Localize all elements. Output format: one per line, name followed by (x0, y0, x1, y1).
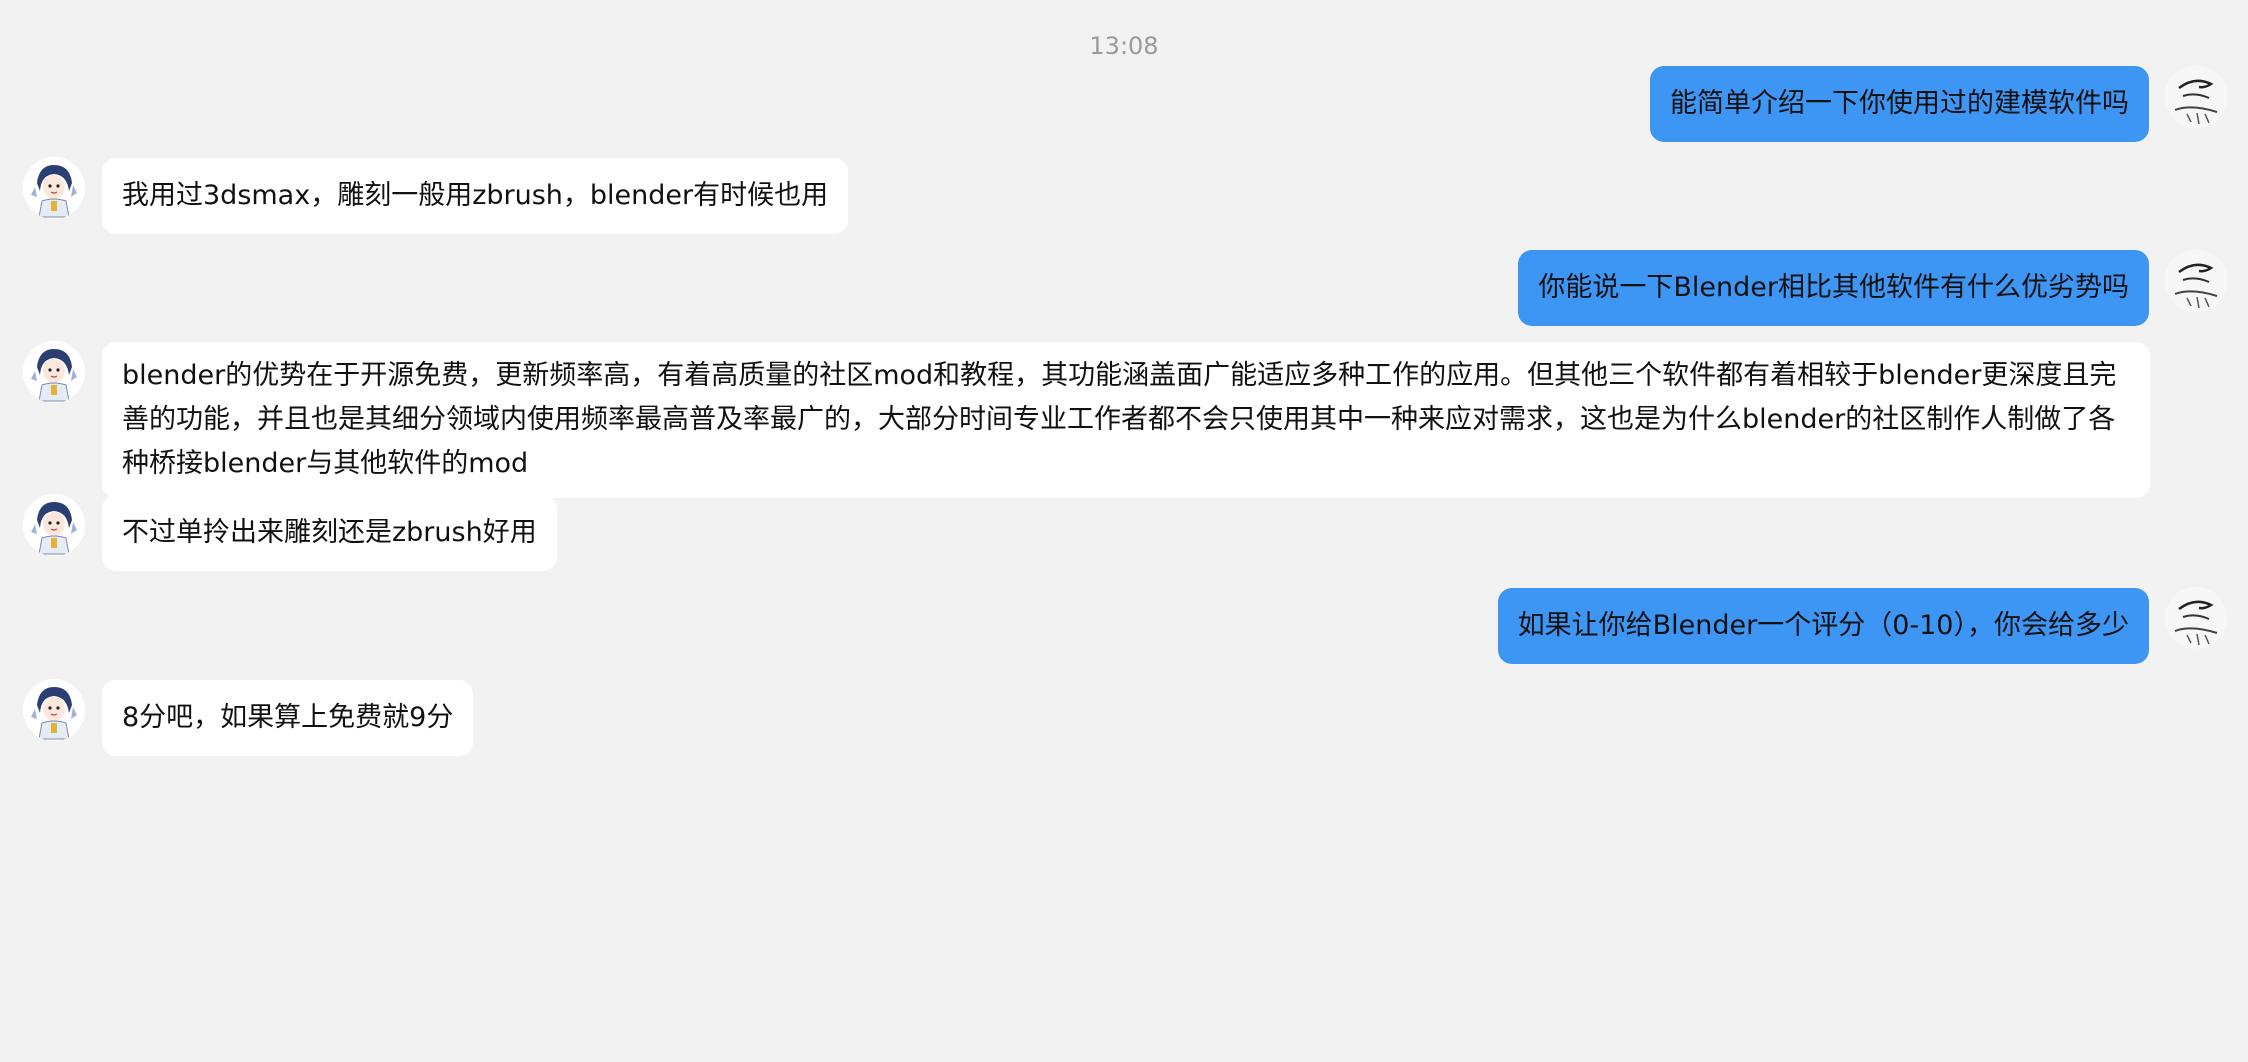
message-bubble-incoming[interactable]: blender的优势在于开源免费，更新频率高，有着高质量的社区mod和教程，其功… (102, 342, 2150, 498)
assistant-avatar-icon[interactable] (23, 494, 85, 556)
message-bubble-incoming[interactable]: 不过单拎出来雕刻还是zbrush好用 (102, 495, 557, 571)
user-avatar-icon[interactable] (2165, 587, 2227, 649)
message-bubble-outgoing[interactable]: 你能说一下Blender相比其他软件有什么优劣势吗 (1518, 250, 2149, 326)
assistant-avatar-icon[interactable] (23, 341, 85, 403)
chat-timestamp: 13:08 (1089, 32, 1159, 60)
message-bubble-incoming[interactable]: 我用过3dsmax，雕刻一般用zbrush，blender有时候也用 (102, 158, 849, 234)
message-bubble-outgoing[interactable]: 能简单介绍一下你使用过的建模软件吗 (1650, 66, 2149, 142)
user-avatar-icon[interactable] (2165, 66, 2227, 128)
message-bubble-outgoing[interactable]: 如果让你给Blender一个评分（0-10），你会给多少 (1497, 588, 2149, 664)
user-avatar-icon[interactable] (2165, 250, 2227, 312)
chat-window: 13:08 能简单介绍一下你使用过的建模软件吗 我用过3dsmax，雕刻一般用z… (0, 0, 2248, 1062)
assistant-avatar-icon[interactable] (23, 157, 85, 219)
message-bubble-incoming[interactable]: 8分吧，如果算上免费就9分 (102, 680, 474, 756)
assistant-avatar-icon[interactable] (23, 679, 85, 741)
